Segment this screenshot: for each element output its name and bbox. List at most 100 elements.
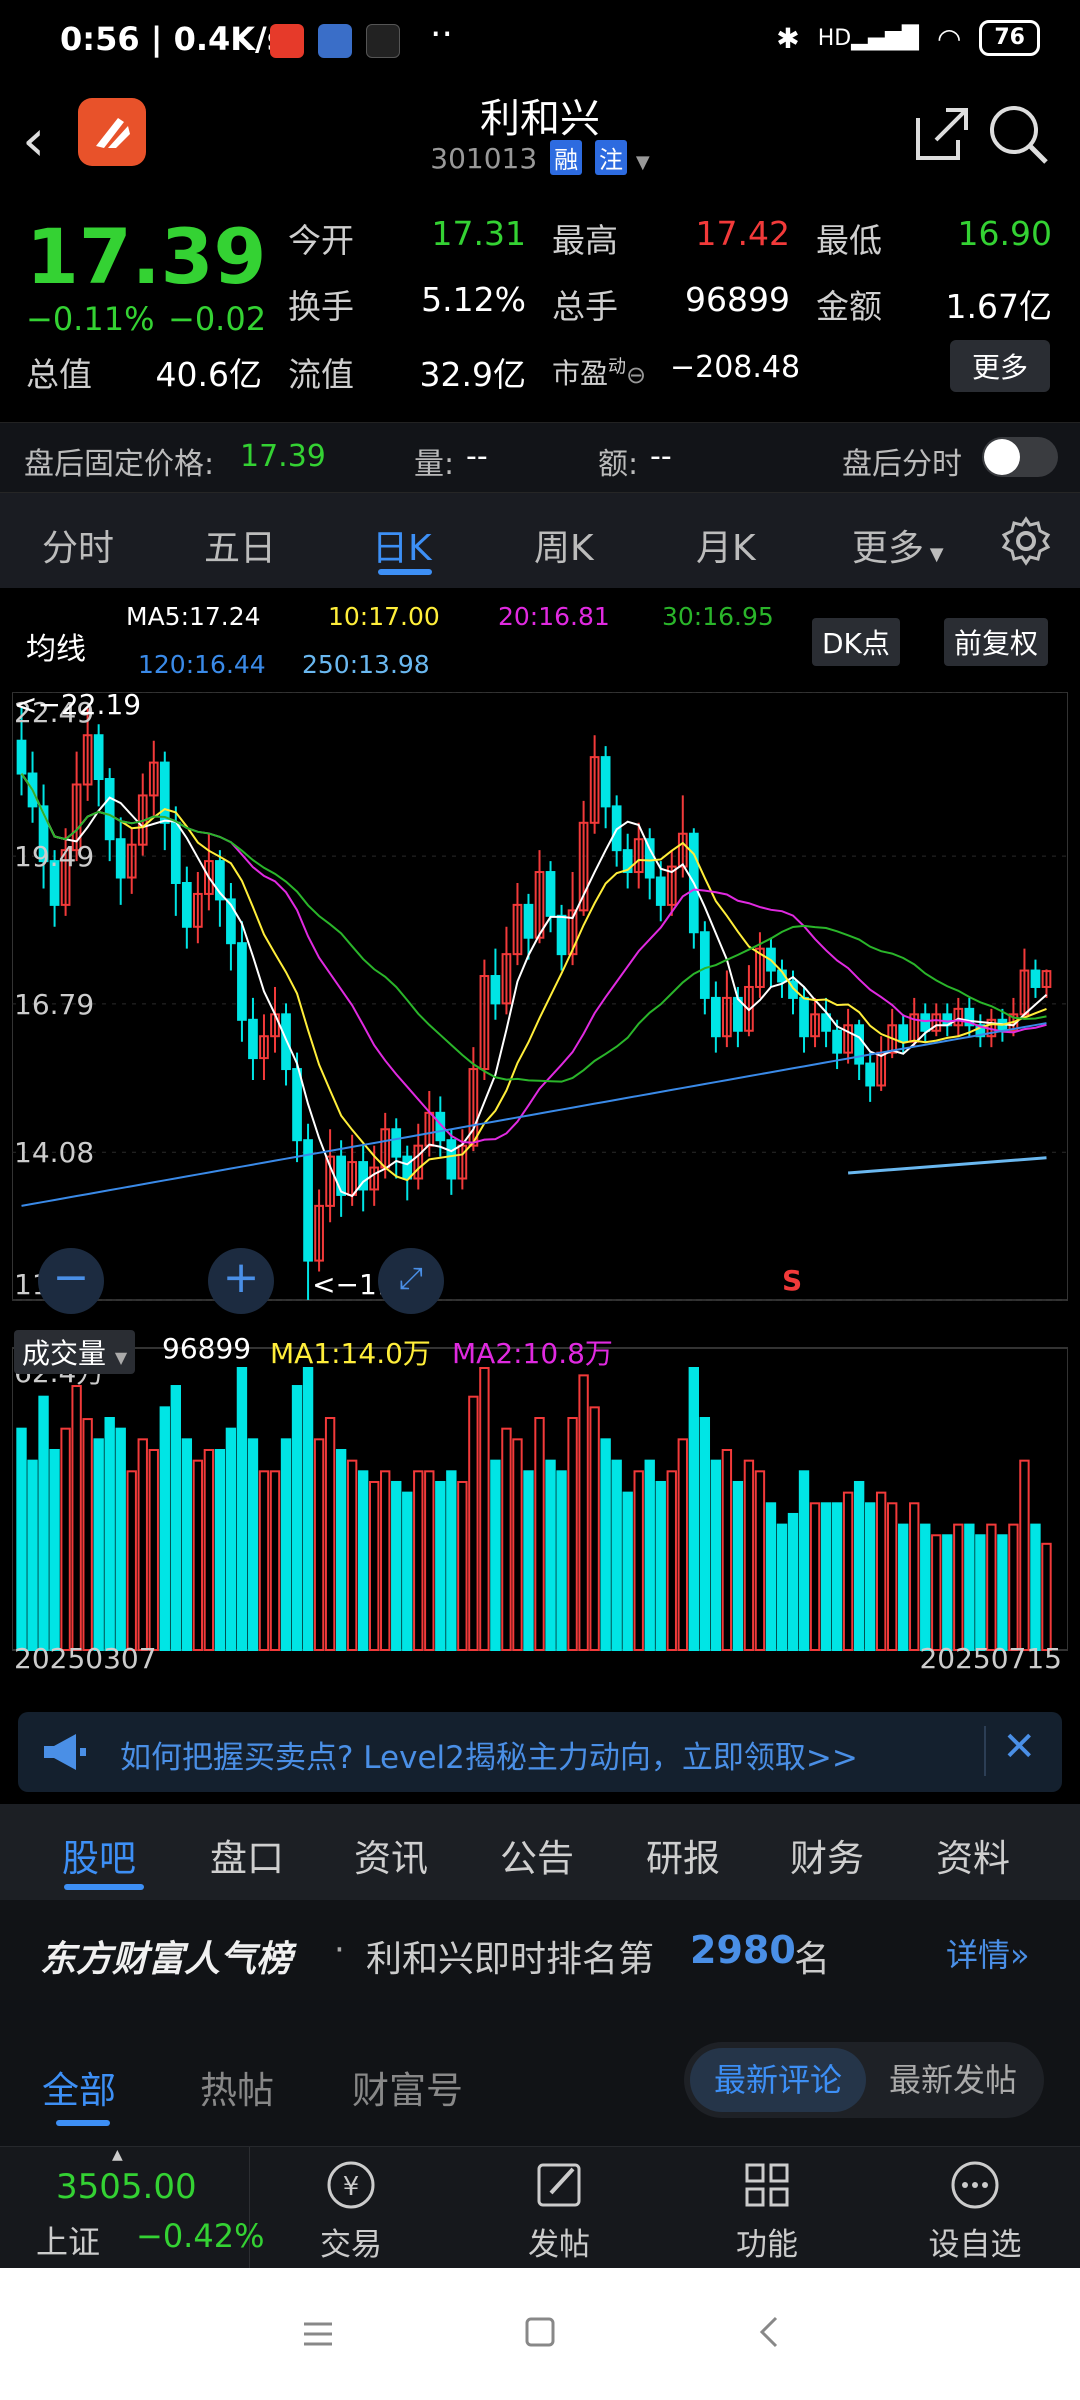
- volume-label: 总手: [552, 287, 618, 326]
- nav-trade[interactable]: ¥ 交易: [286, 2157, 416, 2264]
- volume-bar: [600, 1438, 611, 1652]
- rank-text: 利和兴即时排名第: [366, 1939, 655, 1980]
- tab-five-day[interactable]: 五日: [204, 519, 276, 571]
- tab-finance[interactable]: 财务: [790, 1828, 864, 1882]
- candle-body: [556, 914, 567, 956]
- more-button[interactable]: 更多: [949, 340, 1050, 392]
- volume-bar: [964, 1523, 975, 1652]
- volume-bar: [776, 1523, 788, 1652]
- high-label: 最高: [552, 221, 618, 260]
- dk-point-button[interactable]: DK点: [812, 618, 900, 666]
- volume-bar: [225, 1427, 237, 1652]
- menu-icon[interactable]: [300, 2316, 336, 2352]
- pe-label: 市盈动⊖: [552, 356, 647, 390]
- volume-bar: [875, 1491, 887, 1652]
- rank-detail-link[interactable]: 详情»: [946, 1930, 1030, 1976]
- nav-functions[interactable]: 功能: [702, 2157, 832, 2264]
- news-app-icon: [270, 24, 304, 58]
- volume-bar: [313, 1438, 325, 1652]
- tab-monthly-k[interactable]: 月K: [696, 519, 756, 571]
- volume-bar: [677, 1438, 688, 1652]
- volume-bar: [986, 1523, 997, 1652]
- volume-bar: [1041, 1542, 1052, 1652]
- back-nav-icon[interactable]: [752, 2314, 788, 2350]
- rank-number: 2980: [690, 1928, 796, 1972]
- home-icon[interactable]: [522, 2314, 558, 2350]
- candle-body: [237, 942, 247, 1021]
- tab-news[interactable]: 资讯: [354, 1828, 428, 1882]
- volume-bar: [754, 1470, 766, 1651]
- feed-tab-fortune[interactable]: 财富号: [352, 2060, 463, 2114]
- volume-bar: [302, 1367, 314, 1651]
- price-adjust-button[interactable]: 前复权: [944, 618, 1049, 666]
- candle-body: [402, 1155, 413, 1180]
- tab-research[interactable]: 研报: [646, 1828, 720, 1882]
- volume-bar: [787, 1512, 799, 1651]
- volume-bar: [864, 1502, 876, 1651]
- ma10-value: 10:17.00: [328, 602, 440, 631]
- volume-bar: [490, 1459, 501, 1652]
- tab-more[interactable]: 更多 ▼: [852, 519, 944, 571]
- volume-bar: [71, 1385, 82, 1651]
- feed-tab-hot[interactable]: 热帖: [200, 2060, 274, 2114]
- price-tick: 14.08: [14, 1136, 94, 1169]
- dropdown-icon[interactable]: ▼: [636, 152, 650, 173]
- close-icon[interactable]: ✕: [1002, 1724, 1036, 1770]
- volume-bar: [214, 1448, 226, 1651]
- volume-bar: [1030, 1523, 1041, 1652]
- tab-profile[interactable]: 资料: [936, 1828, 1010, 1882]
- zoom-out-button[interactable]: −: [38, 1248, 104, 1314]
- volume-bar: [710, 1459, 722, 1652]
- pe-value: −208.48: [670, 350, 801, 385]
- expand-icon[interactable]: ⤢: [378, 1248, 444, 1314]
- share-icon[interactable]: [912, 104, 972, 164]
- price-panel-frame: [12, 692, 1068, 1301]
- volume-bar: [280, 1438, 292, 1652]
- edit-icon: [537, 2163, 581, 2207]
- volume-bar: [115, 1427, 126, 1652]
- tab-announcements[interactable]: 公告: [500, 1828, 574, 1882]
- volume-bar: [953, 1523, 964, 1652]
- zoom-in-button[interactable]: +: [208, 1248, 274, 1314]
- kline-svg[interactable]: 22.4919.4916.7914.0811.3862.4万 <−22.19 <…: [12, 692, 1068, 1702]
- volume-bar: [435, 1480, 446, 1651]
- search-icon[interactable]: [986, 102, 1050, 166]
- price-tick: 19.49: [14, 840, 94, 873]
- gear-icon[interactable]: [1000, 515, 1052, 567]
- index-ticker[interactable]: ▲ 3505.00 上证 −0.42%: [0, 2147, 264, 2269]
- popularity-rank-row[interactable]: 东方财富人气榜 · 利和兴即时排名第 2980 名 详情»: [0, 1900, 1080, 2000]
- tab-guba[interactable]: 股吧: [62, 1828, 136, 1882]
- after-hours-toggle[interactable]: [982, 437, 1058, 477]
- candle-body: [490, 975, 501, 1005]
- section-tab-indicator: [64, 1884, 144, 1890]
- feed-tab-all[interactable]: 全部: [42, 2060, 116, 2114]
- candle-body: [159, 761, 170, 824]
- volume-bar: [523, 1470, 534, 1651]
- last-price: 17.39: [26, 212, 267, 301]
- battery-icon: 76: [979, 20, 1040, 56]
- volume-bar: [181, 1438, 193, 1652]
- candle-body: [523, 903, 534, 939]
- sort-latest-comment[interactable]: 最新评论: [690, 2048, 866, 2112]
- tab-intraday[interactable]: 分时: [42, 519, 114, 571]
- sort-latest-post[interactable]: 最新发帖: [868, 2048, 1038, 2112]
- ad-banner[interactable]: 如何把握买卖点? Level2揭秘主力动向，立即领取>> ✕: [18, 1712, 1062, 1792]
- candle-body: [832, 1029, 842, 1054]
- tab-daily-k[interactable]: 日K: [372, 519, 432, 571]
- wifi-icon: ◠: [936, 21, 962, 55]
- after-hours-bar: 盘后固定价格: 17.39 量: -- 额: -- 盘后分时: [0, 422, 1080, 492]
- more-notifications-icon: ··: [430, 14, 453, 55]
- volume-bar: [324, 1417, 336, 1651]
- candle-body: [920, 1013, 931, 1032]
- volume-bar: [170, 1385, 181, 1651]
- float-label: 流值: [288, 355, 354, 394]
- feed-tab-indicator: [56, 2120, 110, 2126]
- volume-bar: [887, 1502, 898, 1651]
- change-percent: −0.11%: [26, 300, 155, 338]
- volume-indicator-select[interactable]: 成交量 ▼: [14, 1330, 136, 1374]
- nav-post[interactable]: 发帖: [494, 2157, 624, 2264]
- candle-body: [303, 1139, 313, 1262]
- nav-add-watchlist[interactable]: 设自选: [910, 2157, 1040, 2264]
- tab-weekly-k[interactable]: 周K: [534, 519, 594, 571]
- tab-orderbook[interactable]: 盘口: [210, 1828, 284, 1882]
